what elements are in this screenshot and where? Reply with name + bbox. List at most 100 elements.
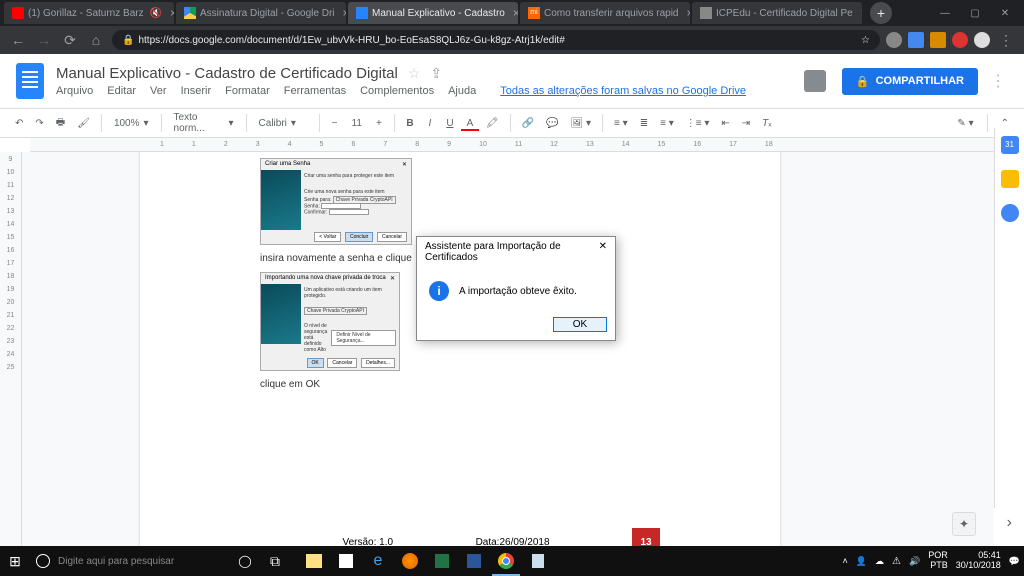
italic-button[interactable]: I xyxy=(421,115,439,132)
dialog-ok-button[interactable]: OK xyxy=(553,317,607,332)
vertical-ruler[interactable]: 910111213141516171819202122232425 xyxy=(0,152,22,546)
excel-app[interactable] xyxy=(426,546,458,576)
task-view-icon[interactable]: ⧉ xyxy=(260,546,290,576)
close-icon[interactable]: × xyxy=(687,6,691,20)
close-icon[interactable]: × xyxy=(513,6,518,20)
redo-button[interactable]: ↷ xyxy=(30,115,48,132)
indent-inc-button[interactable]: ⇥ xyxy=(737,115,755,132)
menu-addons[interactable]: Complementos xyxy=(360,85,434,97)
home-button[interactable]: ⌂ xyxy=(86,32,106,48)
menu-tools[interactable]: Ferramentas xyxy=(284,85,346,97)
text-color-button[interactable]: A xyxy=(461,115,479,131)
font-select[interactable]: Calibri ▾ xyxy=(253,116,313,131)
address-bar[interactable]: 🔒 https://docs.google.com/document/d/1Ew… xyxy=(112,30,880,50)
font-size[interactable]: 11 xyxy=(346,116,368,131)
tray-chevron-icon[interactable]: ˄ xyxy=(843,556,848,566)
underline-button[interactable]: U xyxy=(441,115,459,132)
explore-button[interactable]: ✦ xyxy=(952,512,976,536)
edge-app[interactable]: e xyxy=(362,546,394,576)
indent-dec-button[interactable]: ⇤ xyxy=(716,115,734,132)
comments-button[interactable] xyxy=(804,70,826,92)
bulleted-list-button[interactable]: ⋮≡ ▾ xyxy=(681,115,715,132)
notepad-app[interactable] xyxy=(522,546,554,576)
tray-cloud-icon[interactable]: ☁ xyxy=(875,556,884,567)
youtube-icon xyxy=(12,7,24,19)
tray-wifi-icon[interactable]: ⚠ xyxy=(892,556,901,567)
save-status[interactable]: Todas as alterações foram salvas no Goog… xyxy=(500,85,746,97)
style-select[interactable]: Texto norm... ▾ xyxy=(168,110,240,136)
keep-icon[interactable] xyxy=(1001,170,1019,188)
ext-icon-1[interactable] xyxy=(886,32,902,48)
forward-button[interactable]: → xyxy=(34,32,54,48)
menu-format[interactable]: Formatar xyxy=(225,85,270,97)
print-button[interactable]: 🖶 xyxy=(51,112,70,135)
undo-button[interactable]: ↶ xyxy=(10,115,28,132)
document-title[interactable]: Manual Explicativo - Cadastro de Certifi… xyxy=(56,65,398,82)
link-button[interactable]: 🔗 xyxy=(517,115,539,132)
highlight-button[interactable]: 🖍 xyxy=(481,115,504,132)
reload-button[interactable]: ⟳ xyxy=(60,32,80,49)
clear-formatting-button[interactable]: Tₓ xyxy=(757,115,776,132)
taskbar-search[interactable]: Digite aqui para pesquisar xyxy=(30,549,230,573)
tab-mi[interactable]: mi Como transferir arquivos rapid × xyxy=(520,2,690,24)
explorer-app[interactable] xyxy=(298,546,330,576)
tab-icpedu[interactable]: ICPEdu - Certificado Digital Pe × xyxy=(692,2,862,24)
ext-icon-2[interactable] xyxy=(908,32,924,48)
cortana-icon[interactable]: ◯ xyxy=(230,546,260,576)
font-size-inc[interactable]: + xyxy=(370,115,388,132)
paint-format-button[interactable]: 🖌 xyxy=(72,115,95,132)
star-icon[interactable]: ☆ xyxy=(861,35,870,46)
menu-view[interactable]: Ver xyxy=(150,85,167,97)
tray-volume-icon[interactable]: 🔊 xyxy=(909,556,920,567)
close-window-button[interactable]: ✕ xyxy=(990,1,1020,25)
profile-icon[interactable] xyxy=(974,32,990,48)
chrome-app[interactable] xyxy=(490,546,522,576)
image-button[interactable]: 🖼 ▾ xyxy=(566,115,597,132)
ext-icon-3[interactable] xyxy=(930,32,946,48)
editing-mode-button[interactable]: ✎ ▾ xyxy=(952,114,978,132)
calendar-icon[interactable]: 31 xyxy=(1001,136,1019,154)
tab-youtube[interactable]: (1) Gorillaz - Saturnz Barz 🔇 × xyxy=(4,2,174,24)
share-button[interactable]: 🔒 COMPARTILHAR xyxy=(842,68,978,95)
start-button[interactable]: ⊞ xyxy=(0,546,30,576)
numbered-list-button[interactable]: ≡ ▾ xyxy=(655,115,679,132)
bold-button[interactable]: B xyxy=(401,115,419,132)
move-doc-icon[interactable]: ⇪ xyxy=(430,65,442,82)
minimize-button[interactable]: — xyxy=(930,1,960,25)
account-icon[interactable]: ⋮ xyxy=(988,71,1008,91)
docs-logo-icon[interactable] xyxy=(16,63,44,99)
back-button[interactable]: ← xyxy=(8,32,28,48)
menu-file[interactable]: Arquivo xyxy=(56,85,93,97)
store-app[interactable] xyxy=(330,546,362,576)
star-doc-icon[interactable]: ☆ xyxy=(408,65,421,82)
ext-icon-4[interactable] xyxy=(952,32,968,48)
tab-drive[interactable]: Assinatura Digital - Google Dri × xyxy=(176,2,346,24)
tray-people-icon[interactable]: 👤 xyxy=(856,556,867,567)
word-app[interactable] xyxy=(458,546,490,576)
menu-button[interactable]: ⋮ xyxy=(996,32,1016,49)
tray-clock[interactable]: 05:4130/10/2018 xyxy=(956,551,1001,571)
menu-edit[interactable]: Editar xyxy=(107,85,136,97)
mute-icon[interactable]: 🔇 xyxy=(150,8,162,19)
dialog-close-icon[interactable]: ✕ xyxy=(599,241,607,263)
document-canvas[interactable]: 910111213141516171819202122232425 Criar … xyxy=(0,152,994,546)
horizontal-ruler[interactable]: 1123456789101112131415161718 xyxy=(30,138,1024,152)
font-size-dec[interactable]: − xyxy=(326,115,344,132)
maximize-button[interactable]: ▢ xyxy=(960,1,990,25)
menu-help[interactable]: Ajuda xyxy=(448,85,476,97)
close-icon[interactable]: × xyxy=(861,6,862,20)
line-spacing-button[interactable]: ≣ xyxy=(635,115,653,132)
expand-arrow-icon[interactable]: › xyxy=(1007,514,1012,532)
notifications-icon[interactable]: 💬 xyxy=(1009,556,1020,567)
tab-docs-active[interactable]: Manual Explicativo - Cadastro × xyxy=(348,2,518,24)
menu-insert[interactable]: Inserir xyxy=(181,85,212,97)
zoom-select[interactable]: 100% ▾ xyxy=(108,116,155,131)
close-icon[interactable]: × xyxy=(343,6,347,20)
new-tab-button[interactable]: + xyxy=(870,2,892,24)
comment-button[interactable]: 💬 xyxy=(541,115,563,132)
tasks-icon[interactable] xyxy=(1001,204,1019,222)
close-icon[interactable]: × xyxy=(170,6,174,20)
firefox-app[interactable] xyxy=(394,546,426,576)
align-button[interactable]: ≡ ▾ xyxy=(609,115,633,132)
tray-lang[interactable]: PORPTB xyxy=(928,551,948,571)
